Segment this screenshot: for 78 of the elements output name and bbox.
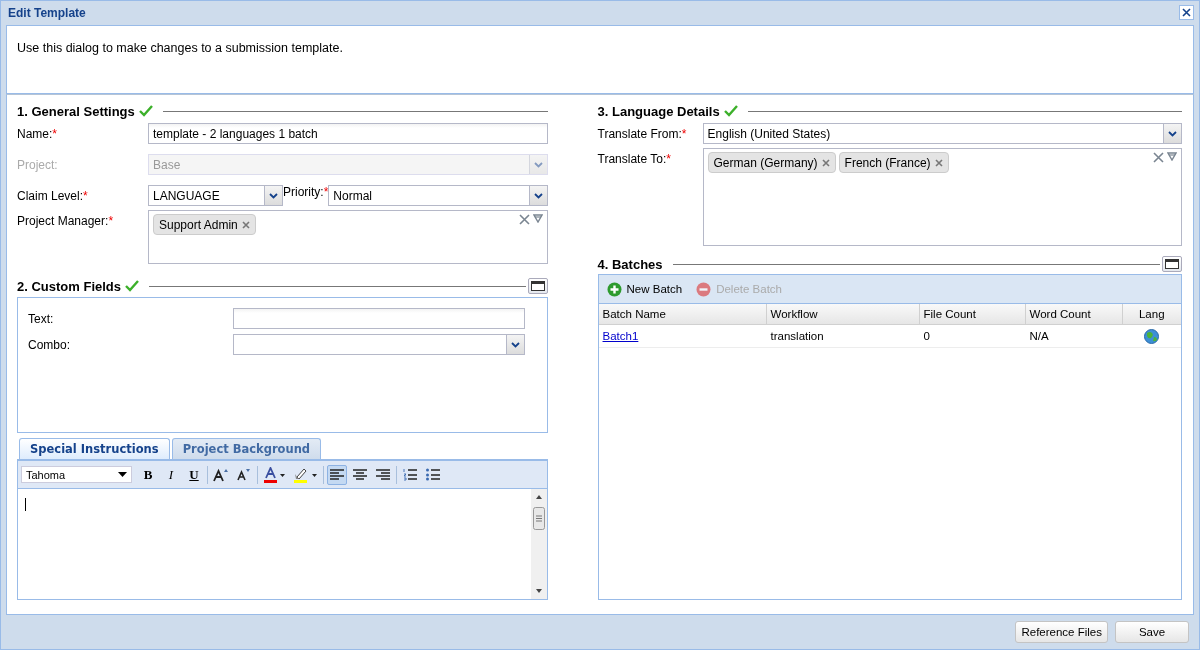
field-label: Name:* xyxy=(17,126,58,142)
align-left-button[interactable] xyxy=(327,464,347,485)
table-cell-text: 0 xyxy=(922,330,931,343)
reference-files-button[interactable]: Reference Files xyxy=(1015,621,1108,644)
window-title: Edit Template xyxy=(8,5,86,20)
column-header[interactable]: Workflow xyxy=(766,304,920,325)
field-label: Combo: xyxy=(28,337,72,353)
dropdown-field: Base xyxy=(148,154,548,176)
section-title: 4. Batches xyxy=(597,256,663,272)
dropdown-triangle-icon[interactable] xyxy=(1167,152,1177,162)
field-label: Claim Level:* xyxy=(17,188,89,204)
section-title: 1. General Settings xyxy=(17,103,135,119)
table-cell-text: N/A xyxy=(1028,330,1050,343)
text-field[interactable]: template - 2 languages 1 batch xyxy=(148,123,548,145)
field-label: Project: xyxy=(17,157,59,173)
dropdown-field[interactable]: English (United States) xyxy=(702,123,1182,145)
dropdown-field[interactable]: Normal xyxy=(328,185,548,207)
numbered-list-icon xyxy=(403,468,417,482)
required-mark: * xyxy=(52,127,57,142)
tag-label: Support Admin xyxy=(159,217,238,232)
add-icon xyxy=(606,281,622,297)
required-mark: * xyxy=(83,189,88,204)
intro-text: Use this dialog to make changes to a submission template. xyxy=(6,24,1194,95)
save-button[interactable]: Save xyxy=(1115,621,1189,644)
dropdown-triangle-icon[interactable] xyxy=(532,214,543,224)
column-header[interactable]: Batch Name xyxy=(598,304,767,325)
new-batch-button[interactable]: New Batch xyxy=(606,281,683,297)
maximize-icon xyxy=(1165,259,1179,270)
tag-label: German (Germany) xyxy=(713,155,818,170)
remove-icon[interactable] xyxy=(821,158,830,167)
maximize-button[interactable] xyxy=(1162,256,1182,273)
highlight-icon xyxy=(294,466,318,483)
globe-icon[interactable] xyxy=(1144,328,1160,344)
grow-font-icon xyxy=(213,467,229,482)
required-mark: * xyxy=(108,214,114,229)
tag-field[interactable]: German (Germany) French (France) xyxy=(702,148,1182,247)
table-cell-text: translation xyxy=(769,330,825,343)
close-icon xyxy=(1181,7,1192,19)
required-mark: * xyxy=(666,152,671,167)
tag-label: French (France) xyxy=(844,155,931,170)
required-mark: * xyxy=(681,127,687,142)
dropdown-arrow-icon xyxy=(118,472,127,478)
text-field[interactable] xyxy=(233,308,525,330)
dropdown-field[interactable] xyxy=(233,334,525,356)
section-title: 2. Custom Fields xyxy=(17,278,122,294)
italic-button[interactable]: I xyxy=(161,464,181,485)
column-header[interactable]: Lang xyxy=(1122,304,1181,325)
clear-icon[interactable] xyxy=(518,214,530,226)
tab[interactable]: Project Background xyxy=(171,438,322,460)
font-dropdown[interactable]: Tahoma xyxy=(21,466,132,484)
field-label: Translate To:* xyxy=(597,151,672,167)
field-label: Priority:* xyxy=(283,185,329,200)
section-title: 3. Language Details xyxy=(597,103,720,119)
delete-icon xyxy=(696,281,712,297)
dropdown-field[interactable]: LANGUAGE xyxy=(148,185,283,207)
align-right-icon xyxy=(376,468,390,481)
bold-button[interactable]: B xyxy=(138,464,158,485)
tab[interactable]: Special Instructions xyxy=(19,438,170,460)
close-button[interactable] xyxy=(1179,5,1194,21)
underline-button[interactable]: U xyxy=(184,464,204,485)
column-header[interactable]: Word Count xyxy=(1025,304,1123,325)
remove-icon[interactable] xyxy=(241,220,250,229)
field-label: Text: xyxy=(28,311,55,327)
maximize-icon xyxy=(530,281,545,292)
font-color-icon xyxy=(264,466,286,483)
required-mark: * xyxy=(323,185,329,200)
align-center-icon xyxy=(353,468,367,481)
clear-icon[interactable] xyxy=(1153,152,1164,164)
column-header[interactable]: File Count xyxy=(919,304,1026,325)
bullet-list-icon xyxy=(426,468,440,482)
tag-field[interactable]: Support Admin xyxy=(148,210,548,265)
remove-icon[interactable] xyxy=(934,158,943,167)
shrink-font-icon xyxy=(237,468,251,482)
field-label: Project Manager:* xyxy=(17,213,115,229)
batch-link[interactable]: Batch1 xyxy=(602,330,639,343)
field-label: Translate From:* xyxy=(597,126,688,142)
maximize-button[interactable] xyxy=(527,278,548,295)
align-left-icon xyxy=(330,468,344,481)
